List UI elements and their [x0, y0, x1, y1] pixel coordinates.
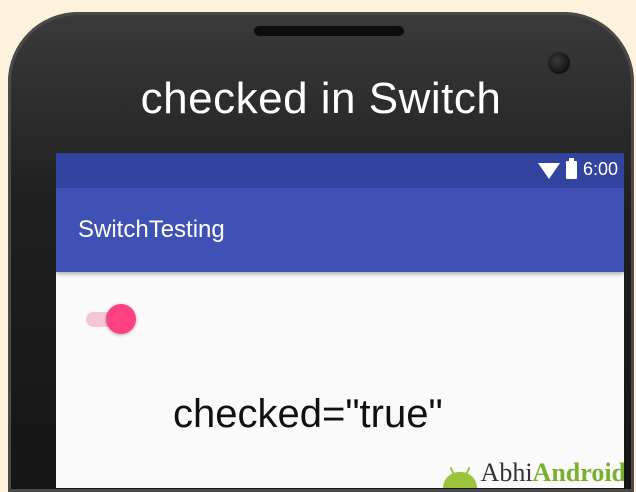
phone-frame: checked in Switch 6:00 SwitchTesting che… [8, 12, 634, 492]
switch-thumb [106, 304, 136, 334]
watermark-logo: AbhiAndroid [442, 458, 624, 488]
watermark-text-android: Android [532, 458, 624, 487]
status-time: 6:00 [582, 159, 618, 179]
battery-icon [565, 157, 577, 179]
watermark-text-abhi: Abhi [480, 458, 533, 487]
app-screen: 6:00 SwitchTesting checked="true" AbhiAn… [56, 153, 624, 488]
status-bar: 6:00 [56, 153, 624, 188]
app-title: SwitchTesting [78, 216, 225, 243]
android-icon [442, 472, 477, 488]
phone-title: checked in Switch [140, 74, 502, 123]
app-bar: SwitchTesting [56, 188, 624, 272]
switch-toggle[interactable] [86, 303, 138, 334]
camera-icon [548, 52, 570, 74]
wifi-icon [537, 162, 560, 179]
checked-label: checked="true" [173, 392, 443, 436]
speaker-grille [254, 26, 404, 36]
status-icons: 6:00 [537, 157, 618, 180]
